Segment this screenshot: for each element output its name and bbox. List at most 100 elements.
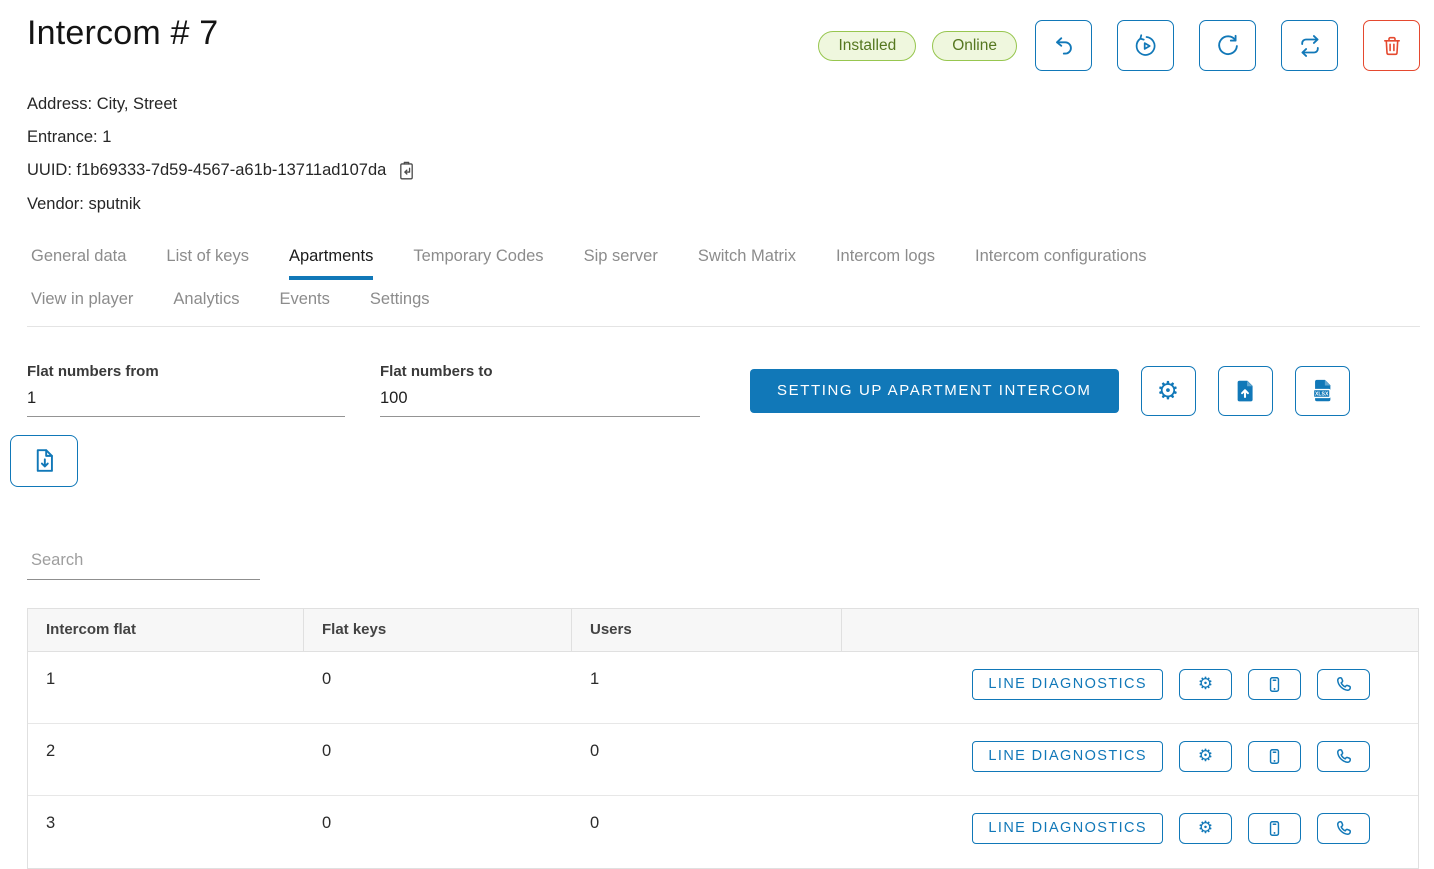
page-title: Intercom # 7 bbox=[27, 14, 219, 52]
column-header-users: Users bbox=[572, 608, 842, 651]
tab-view-in-player[interactable]: View in player bbox=[31, 280, 133, 326]
tab-row-1: General data List of keys Apartments Tem… bbox=[31, 234, 1420, 280]
line-diagnostics-button[interactable]: LINE DIAGNOSTICS bbox=[972, 668, 1163, 700]
cell-users: 0 bbox=[590, 741, 600, 760]
copy-uuid-button[interactable] bbox=[396, 160, 417, 181]
refresh-button[interactable] bbox=[1199, 20, 1256, 71]
flat-from-label: Flat numbers from bbox=[27, 362, 159, 380]
setup-apartment-intercom-button[interactable]: SETTING UP APARTMENT INTERCOM bbox=[750, 368, 1119, 413]
device-info: Address: City, Street Entrance: 1 UUID: … bbox=[27, 95, 1420, 214]
row-actions: LINE DIAGNOSTICS ⚙ bbox=[842, 724, 1418, 795]
clipboard-copy-icon bbox=[400, 161, 414, 180]
undo-icon bbox=[1055, 36, 1072, 55]
refresh-icon bbox=[1217, 34, 1238, 55]
sync-icon bbox=[1300, 34, 1319, 57]
table-row: 1 0 1 LINE DIAGNOSTICS ⚙ bbox=[28, 651, 1418, 724]
phone-icon bbox=[1336, 749, 1351, 763]
vendor-text: Vendor: sputnik bbox=[27, 194, 141, 213]
apartment-settings-button[interactable]: ⚙ bbox=[1140, 365, 1196, 416]
upload-file-button[interactable] bbox=[1217, 365, 1273, 416]
flat-to-label: Flat numbers to bbox=[380, 362, 493, 380]
row-actions: LINE DIAGNOSTICS ⚙ bbox=[842, 796, 1418, 868]
tab-sip-server[interactable]: Sip server bbox=[584, 234, 658, 280]
uuid-text: UUID: f1b69333-7d59-4567-a61b-13711ad107… bbox=[27, 161, 387, 179]
smartphone-icon bbox=[1269, 748, 1280, 764]
column-header-flat-keys: Flat keys bbox=[304, 608, 572, 651]
file-download-icon bbox=[36, 449, 53, 472]
tab-switch-matrix[interactable]: Switch Matrix bbox=[698, 234, 796, 280]
phone-icon bbox=[1336, 821, 1351, 835]
file-xlsx-icon: XLSX bbox=[1312, 379, 1331, 402]
flat-range-form: Flat numbers from Flat numbers to SETTIN… bbox=[27, 363, 1420, 417]
tab-row-2: View in player Analytics Events Settings bbox=[31, 280, 1420, 326]
address-line: Address: City, Street bbox=[27, 95, 1420, 114]
smartphone-icon bbox=[1269, 676, 1280, 692]
line-diagnostics-button[interactable]: LINE DIAGNOSTICS bbox=[972, 812, 1163, 844]
tab-events[interactable]: Events bbox=[279, 280, 329, 326]
line-diagnostics-button[interactable]: LINE DIAGNOSTICS bbox=[972, 740, 1163, 772]
flat-settings-button[interactable]: ⚙ bbox=[1179, 740, 1232, 772]
header-actions: Installed Online bbox=[818, 20, 1420, 71]
search-input[interactable] bbox=[27, 546, 260, 580]
installed-status-badge: Installed bbox=[818, 30, 917, 61]
download-file-button[interactable] bbox=[10, 434, 78, 487]
tab-apartments[interactable]: Apartments bbox=[288, 234, 374, 280]
cell-flat-keys: 0 bbox=[322, 669, 332, 688]
column-header-actions bbox=[842, 609, 1418, 651]
uuid-line: UUID: f1b69333-7d59-4567-a61b-13711ad107… bbox=[27, 160, 1420, 181]
flat-from-input[interactable] bbox=[27, 383, 345, 417]
svg-text:XLSX: XLSX bbox=[1314, 391, 1328, 397]
cell-intercom-flat: 3 bbox=[46, 813, 56, 832]
cell-flat-keys: 0 bbox=[322, 813, 332, 832]
tab-temporary-codes[interactable]: Temporary Codes bbox=[413, 234, 543, 280]
apartments-table: Intercom flat Flat keys Users 1 0 1 LINE… bbox=[27, 607, 1419, 869]
undo-button[interactable] bbox=[1035, 20, 1092, 71]
form-actions: SETTING UP APARTMENT INTERCOM ⚙ XLSX bbox=[750, 365, 1350, 416]
gear-icon: ⚙ bbox=[1197, 745, 1214, 766]
row-actions: LINE DIAGNOSTICS ⚙ bbox=[842, 652, 1418, 723]
cell-intercom-flat: 1 bbox=[46, 669, 56, 688]
flat-to-field: Flat numbers to bbox=[380, 363, 700, 417]
call-button[interactable] bbox=[1317, 740, 1370, 772]
tab-analytics[interactable]: Analytics bbox=[173, 280, 239, 326]
mobile-app-button[interactable] bbox=[1248, 668, 1301, 700]
gear-icon: ⚙ bbox=[1197, 673, 1214, 694]
flat-settings-button[interactable]: ⚙ bbox=[1179, 812, 1232, 844]
table-row: 3 0 0 LINE DIAGNOSTICS ⚙ bbox=[28, 795, 1418, 868]
cell-users: 0 bbox=[590, 813, 600, 832]
vendor-line: Vendor: sputnik bbox=[27, 195, 1420, 214]
delete-button[interactable] bbox=[1363, 20, 1420, 71]
mobile-app-button[interactable] bbox=[1248, 740, 1301, 772]
table-header: Intercom flat Flat keys Users bbox=[28, 608, 1418, 652]
smartphone-icon bbox=[1269, 820, 1280, 836]
page-header: Intercom # 7 Installed Online bbox=[27, 0, 1420, 71]
sync-button[interactable] bbox=[1281, 20, 1338, 71]
table-row: 2 0 0 LINE DIAGNOSTICS ⚙ bbox=[28, 723, 1418, 796]
trash-icon bbox=[1383, 36, 1400, 55]
call-button[interactable] bbox=[1317, 812, 1370, 844]
online-status-badge: Online bbox=[932, 30, 1017, 61]
intercom-detail-page: Intercom # 7 Installed Online Address: C… bbox=[0, 0, 1434, 869]
flat-to-input[interactable] bbox=[380, 383, 700, 417]
tab-list-of-keys[interactable]: List of keys bbox=[166, 234, 249, 280]
cell-intercom-flat: 2 bbox=[46, 741, 56, 760]
search-row bbox=[27, 546, 1420, 580]
cell-flat-keys: 0 bbox=[322, 741, 332, 760]
tab-general-data[interactable]: General data bbox=[31, 234, 126, 280]
restore-history-button[interactable] bbox=[1117, 20, 1174, 71]
tab-settings[interactable]: Settings bbox=[370, 280, 430, 326]
entrance-line: Entrance: 1 bbox=[27, 128, 1420, 147]
mobile-app-button[interactable] bbox=[1248, 812, 1301, 844]
flat-settings-button[interactable]: ⚙ bbox=[1179, 668, 1232, 700]
file-upload-icon bbox=[1237, 380, 1253, 401]
header-button-row bbox=[1035, 20, 1420, 71]
call-button[interactable] bbox=[1317, 668, 1370, 700]
tab-intercom-configurations[interactable]: Intercom configurations bbox=[975, 234, 1147, 280]
flat-from-field: Flat numbers from bbox=[27, 363, 345, 417]
column-header-intercom-flat: Intercom flat bbox=[28, 608, 304, 651]
history-restore-icon bbox=[1135, 33, 1155, 56]
export-xlsx-button[interactable]: XLSX bbox=[1294, 365, 1350, 416]
tab-intercom-logs[interactable]: Intercom logs bbox=[836, 234, 935, 280]
entrance-text: Entrance: 1 bbox=[27, 127, 112, 146]
gear-icon: ⚙ bbox=[1197, 817, 1214, 838]
